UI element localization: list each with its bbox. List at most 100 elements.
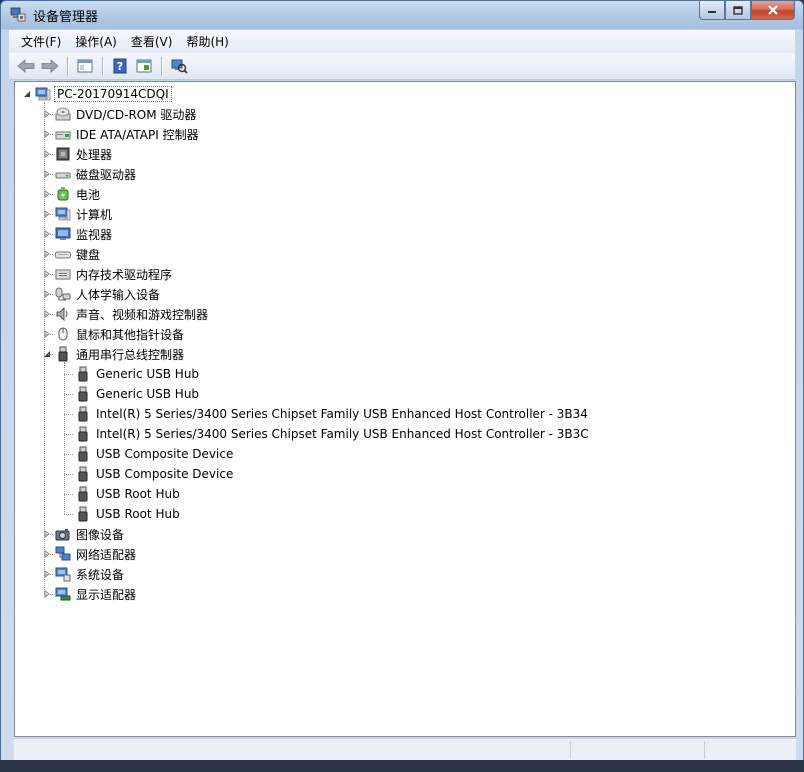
display-adapter-icon <box>55 587 71 601</box>
back-button[interactable] <box>15 55 37 77</box>
back-arrow-icon <box>17 59 35 73</box>
status-bar <box>14 738 796 760</box>
help-button[interactable]: ? <box>109 55 131 77</box>
tree-category[interactable]: 处理器 <box>55 144 114 164</box>
tree-category[interactable]: 鼠标和其他指针设备 <box>55 324 186 344</box>
collapse-arrow-icon[interactable] <box>23 90 31 98</box>
menu-action[interactable]: 操作(A) <box>68 31 124 52</box>
tree-device-item[interactable]: USB Composite Device <box>75 444 235 464</box>
tree-item-label: USB Composite Device <box>96 447 234 461</box>
tree-device-item[interactable]: USB Root Hub <box>75 504 182 524</box>
tree-guide-line <box>44 334 53 335</box>
usb-icon <box>58 346 68 362</box>
tree-device-item[interactable]: Generic USB Hub <box>75 384 201 404</box>
status-separator <box>704 741 705 759</box>
title-bar[interactable]: 设备管理器 <box>1 1 803 29</box>
tree-guide-line <box>44 102 45 594</box>
tree-category[interactable]: 磁盘驱动器 <box>55 164 138 184</box>
usb-icon <box>78 406 88 422</box>
show-hide-tree-button[interactable] <box>74 55 96 77</box>
tree-guide-line <box>64 474 73 475</box>
monitor-icon <box>55 227 71 240</box>
tree-guide-line <box>44 294 53 295</box>
tree-device-item[interactable]: USB Root Hub <box>75 484 182 504</box>
tree-guide-line <box>44 574 53 575</box>
help-icon: ? <box>113 58 127 74</box>
forward-arrow-icon <box>41 59 59 73</box>
processor-icon <box>56 147 70 161</box>
tree-category[interactable]: 显示适配器 <box>55 584 138 604</box>
tree-category[interactable]: 键盘 <box>55 244 102 264</box>
maximize-button[interactable] <box>725 1 751 20</box>
mouse-icon <box>58 327 68 341</box>
network-adapter-icon <box>55 546 71 561</box>
tree-device-item[interactable]: Intel(R) 5 Series/3400 Series Chipset Fa… <box>75 424 591 444</box>
taskbar-edge <box>0 760 804 772</box>
tree-guide-line <box>44 534 53 535</box>
tree-category[interactable]: 电池 <box>55 184 102 204</box>
dvd-drive-icon <box>55 107 71 121</box>
show-hide-tree-icon <box>77 59 93 73</box>
tree-item-label: Intel(R) 5 Series/3400 Series Chipset Fa… <box>96 407 588 421</box>
tree-item-label: 图像设备 <box>76 527 125 542</box>
menu-file[interactable]: 文件(F) <box>14 31 68 52</box>
system-device-icon <box>55 567 71 582</box>
imaging-icon <box>55 529 70 541</box>
tree-guide-line <box>64 494 73 495</box>
tree-category[interactable]: 监视器 <box>55 224 114 244</box>
status-separator <box>570 741 571 759</box>
tree-item-label: 键盘 <box>76 247 101 262</box>
scan-hardware-button[interactable] <box>168 55 190 77</box>
tree-category[interactable]: 声音、视频和游戏控制器 <box>55 304 210 324</box>
tree-category[interactable]: DVD/CD-ROM 驱动器 <box>55 104 198 124</box>
tree-device-item[interactable]: Generic USB Hub <box>75 364 201 384</box>
tree-guide-line <box>44 174 53 175</box>
tree-guide-line <box>64 414 73 415</box>
close-button[interactable] <box>751 1 795 20</box>
tree-category[interactable]: 内存技术驱动程序 <box>55 264 174 284</box>
tree-device-item[interactable]: Intel(R) 5 Series/3400 Series Chipset Fa… <box>75 404 590 424</box>
tree-device-item[interactable]: USB Composite Device <box>75 464 235 484</box>
tree-item-label: 显示适配器 <box>76 587 137 602</box>
tree-item-label: 声音、视频和游戏控制器 <box>76 307 209 322</box>
tree-category[interactable]: IDE ATA/ATAPI 控制器 <box>55 124 201 144</box>
hid-icon <box>55 287 71 301</box>
device-tree[interactable]: PC-20170914CDQI DVD/CD-ROM 驱动器 IDE ATA/ATA… <box>14 81 796 737</box>
keyboard-icon <box>55 251 71 259</box>
menu-help[interactable]: 帮助(H) <box>179 31 235 52</box>
menu-view[interactable]: 查看(V) <box>124 31 180 52</box>
usb-icon <box>78 386 88 402</box>
tree-item-label: 网络适配器 <box>76 547 137 562</box>
tree-guide-line <box>44 154 53 155</box>
tree-item-label: Generic USB Hub <box>96 387 200 401</box>
tree-guide-line <box>44 594 53 595</box>
usb-icon <box>78 466 88 482</box>
tree-category[interactable]: 人体学输入设备 <box>55 284 162 304</box>
tree-root-computer[interactable]: PC-20170914CDQI <box>35 84 172 104</box>
scan-hardware-icon <box>171 59 188 74</box>
tree-guide-line <box>64 434 73 435</box>
svg-text:?: ? <box>117 60 123 73</box>
tree-category[interactable]: 图像设备 <box>55 524 126 544</box>
tree-category[interactable]: 系统设备 <box>55 564 126 584</box>
tree-guide-line <box>64 514 73 515</box>
sound-icon <box>56 306 68 322</box>
tree-item-label: PC-20170914CDQI <box>54 86 172 102</box>
usb-icon <box>78 426 88 442</box>
tree-category[interactable]: 计算机 <box>55 204 114 224</box>
tree-category[interactable]: 网络适配器 <box>55 544 138 564</box>
tree-guide-line <box>64 454 73 455</box>
toolbar-separator <box>161 56 162 76</box>
minimize-button[interactable] <box>699 1 725 20</box>
tree-guide-line <box>64 362 65 514</box>
tree-guide-line <box>44 274 53 275</box>
tree-category[interactable]: 通用串行总线控制器 <box>55 344 186 364</box>
tree-item-label: Generic USB Hub <box>96 367 200 381</box>
close-icon <box>768 5 778 15</box>
forward-button[interactable] <box>39 55 61 77</box>
tree-item-label: IDE ATA/ATAPI 控制器 <box>76 127 199 142</box>
properties-button[interactable] <box>133 55 155 77</box>
computer-icon <box>35 87 51 101</box>
usb-icon <box>78 366 88 382</box>
battery-icon <box>57 187 69 201</box>
